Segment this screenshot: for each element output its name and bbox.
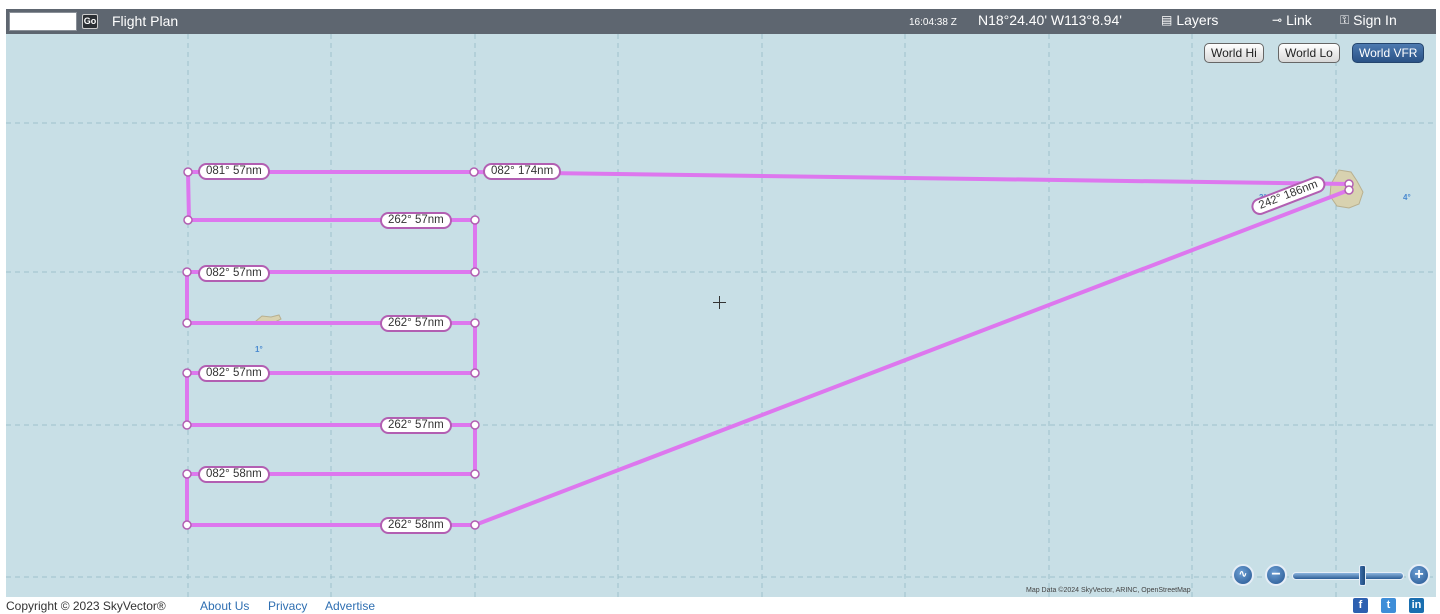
- linkedin-icon[interactable]: in: [1409, 598, 1424, 613]
- facebook-icon[interactable]: f: [1353, 598, 1368, 613]
- advertise-link[interactable]: Advertise: [325, 599, 375, 613]
- sign-in-label: Sign In: [1353, 12, 1397, 28]
- skyvector-app: Go Flight Plan 16:04:38 Z N18°24.40' W11…: [0, 0, 1440, 614]
- waypoint[interactable]: [182, 469, 192, 479]
- layers-icon: ▤: [1161, 13, 1173, 27]
- search-input[interactable]: [9, 12, 77, 31]
- layers-label: Layers: [1176, 12, 1219, 28]
- zoom-slider-track[interactable]: [1292, 572, 1404, 580]
- about-link[interactable]: About Us: [200, 599, 249, 613]
- waypoint[interactable]: [182, 267, 192, 277]
- leg-label[interactable]: 262° 58nm: [380, 517, 452, 534]
- privacy-link[interactable]: Privacy: [268, 599, 307, 613]
- top-toolbar: Go Flight Plan 16:04:38 Z N18°24.40' W11…: [6, 9, 1436, 34]
- leg-label[interactable]: 082° 58nm: [198, 466, 270, 483]
- leg-label[interactable]: 082° 57nm: [198, 365, 270, 382]
- utc-clock: 16:04:38 Z: [909, 17, 957, 28]
- leg-label[interactable]: 082° 57nm: [198, 265, 270, 282]
- link-label: Link: [1286, 12, 1312, 28]
- crosshair-icon: [713, 296, 726, 309]
- grid-tick-label: 1°: [255, 345, 263, 354]
- grid-tick-label: 4°: [1403, 193, 1411, 202]
- waypoint[interactable]: [470, 368, 480, 378]
- world-vfr-button[interactable]: World VFR: [1352, 43, 1425, 63]
- map-layer: [6, 34, 1436, 597]
- waypoint[interactable]: [470, 267, 480, 277]
- leg-label[interactable]: 082° 174nm: [483, 163, 562, 180]
- waypoint[interactable]: [470, 420, 480, 430]
- twitter-icon[interactable]: t: [1381, 598, 1396, 613]
- flight-route: [185, 170, 1351, 527]
- waypoint[interactable]: [469, 167, 479, 177]
- waypoint[interactable]: [470, 469, 480, 479]
- waypoint[interactable]: [470, 318, 480, 328]
- waypoint[interactable]: [470, 215, 480, 225]
- go-button[interactable]: Go: [82, 14, 98, 29]
- leg-label[interactable]: 262° 57nm: [380, 315, 452, 332]
- zoom-control: ∿ − +: [1232, 562, 1432, 588]
- copyright-text: Copyright © 2023 SkyVector®: [6, 599, 166, 613]
- cursor-coordinates: N18°24.40' W113°8.94': [978, 12, 1122, 28]
- waypoint[interactable]: [182, 368, 192, 378]
- sign-in-menu[interactable]: ⚿ Sign In: [1340, 12, 1397, 28]
- link-menu[interactable]: ⊸ Link: [1272, 12, 1312, 28]
- world-hi-button[interactable]: World Hi: [1204, 43, 1264, 63]
- zoom-in-button[interactable]: +: [1408, 564, 1430, 586]
- waypoint[interactable]: [470, 520, 480, 530]
- waypoint[interactable]: [182, 520, 192, 530]
- waypoint[interactable]: [183, 215, 193, 225]
- map-canvas[interactable]: 1° 3° 4° 081° 57nm 082° 174nm 262° 57nm …: [6, 34, 1436, 597]
- zoom-out-button[interactable]: −: [1265, 564, 1287, 586]
- layers-menu[interactable]: ▤ Layers: [1161, 12, 1218, 28]
- route-line: [185, 170, 1351, 527]
- graticule: [6, 34, 1436, 597]
- route-tool-icon[interactable]: ∿: [1232, 564, 1254, 586]
- waypoint[interactable]: [182, 318, 192, 328]
- flight-plan-link[interactable]: Flight Plan: [112, 13, 178, 29]
- leg-label[interactable]: 081° 57nm: [198, 163, 270, 180]
- key-icon: ⚿: [1340, 12, 1350, 27]
- waypoint[interactable]: [183, 167, 193, 177]
- zoom-slider-handle[interactable]: [1359, 565, 1366, 586]
- world-lo-button[interactable]: World Lo: [1278, 43, 1340, 63]
- waypoint[interactable]: [182, 420, 192, 430]
- waypoint[interactable]: [1344, 185, 1354, 195]
- map-attribution: Map Data ©2024 SkyVector, ARINC, OpenStr…: [1026, 587, 1191, 594]
- leg-label[interactable]: 262° 57nm: [380, 212, 452, 229]
- leg-label[interactable]: 262° 57nm: [380, 417, 452, 434]
- page-footer: Copyright © 2023 SkyVector® About Us Pri…: [0, 597, 1440, 614]
- chain-link-icon: ⊸: [1272, 13, 1283, 27]
